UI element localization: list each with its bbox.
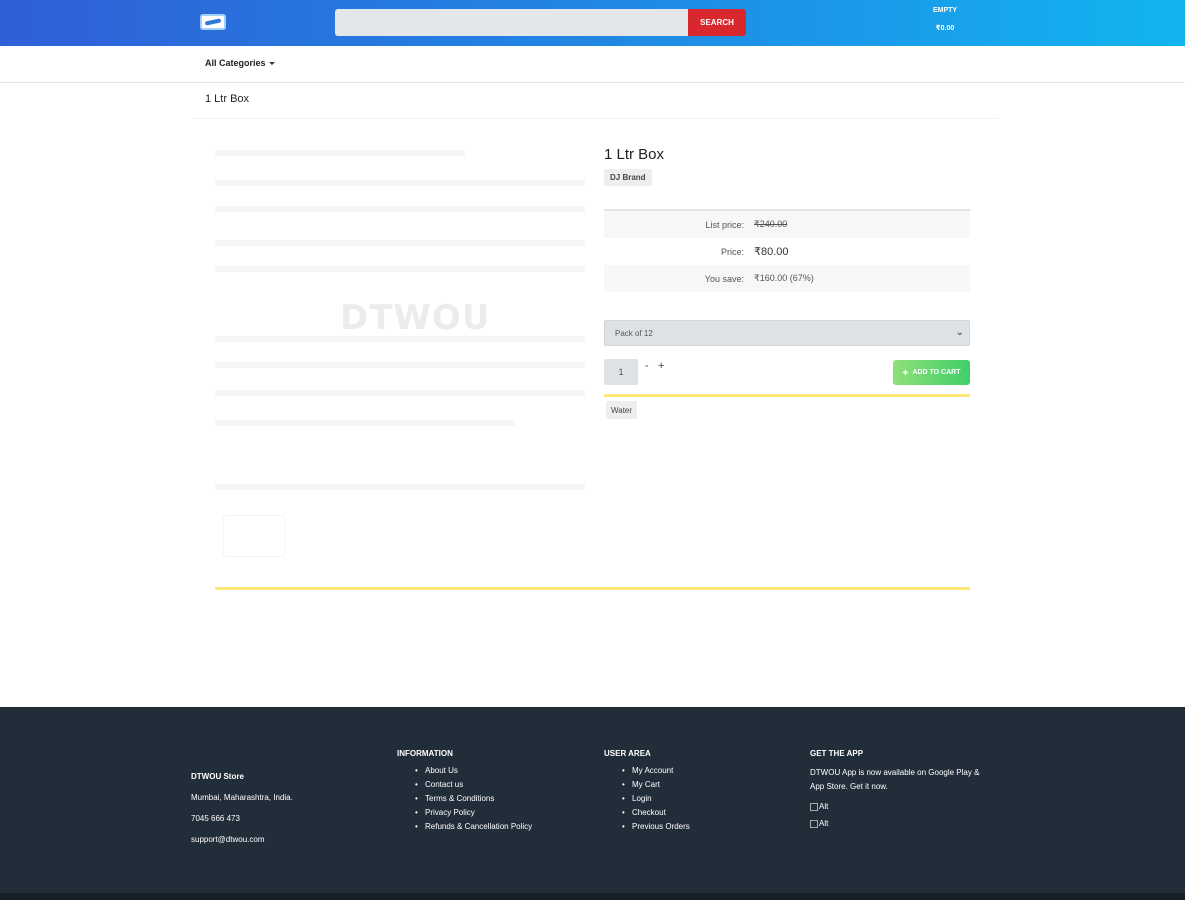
- image-watermark: DTWOU: [340, 298, 491, 338]
- broken-image-icon: [810, 802, 818, 811]
- store-address: Mumbai, Maharashtra, India.: [191, 793, 293, 802]
- savings-row: You save: ₹160.00 (67%): [604, 265, 970, 292]
- add-to-cart-button[interactable]: ✚ ADD TO CART: [893, 360, 970, 385]
- all-categories-label: All Categories: [205, 58, 266, 68]
- information-heading: INFORMATION: [397, 749, 453, 758]
- category-bar: All Categories: [0, 46, 1185, 83]
- quantity-input[interactable]: 1: [604, 359, 638, 385]
- price-value: ₹80.00: [754, 246, 789, 258]
- app-heading: GET THE APP: [810, 749, 864, 758]
- price-table: List price: ₹240.00 Price: ₹80.00 You sa…: [604, 209, 970, 292]
- list-price-label: List price:: [705, 219, 744, 230]
- footer-information: INFORMATION About Us Contact us Terms & …: [397, 749, 532, 836]
- footer-link-my-cart[interactable]: My Cart: [622, 780, 690, 789]
- cart-summary[interactable]: EMPTY ₹0.00: [925, 7, 965, 32]
- footer-link-privacy[interactable]: Privacy Policy: [415, 808, 532, 817]
- price-label: Price:: [720, 246, 744, 257]
- product-tag[interactable]: Water: [606, 401, 638, 419]
- faint-text-line: [215, 240, 585, 246]
- all-categories-dropdown[interactable]: All Categories: [205, 58, 275, 68]
- footer-link-about[interactable]: About Us: [415, 766, 532, 775]
- footer-user-area: USER AREA My Account My Cart Login Check…: [604, 749, 690, 836]
- faint-text-line: [215, 180, 585, 186]
- app-store-alt: Alt: [819, 819, 829, 828]
- accent-divider: [604, 394, 970, 397]
- breadcrumb: 1 Ltr Box: [205, 93, 250, 105]
- cart-status: EMPTY: [932, 7, 958, 14]
- quantity-decrease-button[interactable]: -: [645, 360, 649, 372]
- store-email[interactable]: support@dtwou.com: [191, 835, 293, 844]
- faint-text-line: [215, 266, 585, 272]
- faint-text-line: [215, 420, 515, 426]
- app-description: DTWOU App is now available on Google Pla…: [810, 768, 980, 791]
- product-image[interactable]: DTWOU: [215, 140, 585, 560]
- savings-value: ₹160.00 (67%): [754, 273, 814, 283]
- plus-icon: ✚: [902, 369, 909, 377]
- accent-divider: [215, 587, 970, 590]
- search-input[interactable]: [335, 9, 688, 36]
- list-price-row: List price: ₹240.00: [604, 211, 970, 238]
- footer-link-login[interactable]: Login: [622, 794, 690, 803]
- price-row: Price: ₹80.00: [604, 238, 970, 265]
- footer-link-terms[interactable]: Terms & Conditions: [415, 794, 532, 803]
- faint-text-line: [215, 206, 585, 212]
- variant-selected-value: Pack of 12: [615, 328, 653, 338]
- add-to-cart-label: ADD TO CART: [912, 369, 961, 376]
- chevron-down-icon: ⌄: [955, 327, 964, 338]
- variant-select[interactable]: Pack of 12 ⌄: [604, 320, 970, 346]
- logo-icon[interactable]: [200, 14, 226, 30]
- footer-store-info: DTWOU Store Mumbai, Maharashtra, India. …: [191, 772, 293, 856]
- caret-down-icon: [268, 62, 275, 66]
- cart-total: ₹0.00: [935, 25, 955, 32]
- faint-text-line: [215, 150, 465, 156]
- app-store-badge[interactable]: Alt: [810, 819, 995, 828]
- footer: DTWOU Store Mumbai, Maharashtra, India. …: [0, 707, 1185, 900]
- google-play-badge[interactable]: Alt: [810, 802, 995, 811]
- faint-text-line: [215, 390, 585, 396]
- image-thumbnail[interactable]: [223, 515, 285, 557]
- footer-app: GET THE APP DTWOU App is now available o…: [810, 749, 995, 836]
- product-title: 1 Ltr Box: [604, 146, 665, 163]
- broken-image-icon: [810, 819, 818, 828]
- list-price-value: ₹240.00: [754, 219, 788, 229]
- footer-bottom-bar: [0, 893, 1185, 900]
- brand-badge[interactable]: DJ Brand: [604, 169, 652, 186]
- footer-link-checkout[interactable]: Checkout: [622, 808, 690, 817]
- quantity-increase-button[interactable]: +: [658, 360, 664, 372]
- top-header: SEARCH EMPTY ₹0.00: [0, 0, 1185, 46]
- savings-label: You save:: [704, 273, 744, 284]
- store-name: DTWOU Store: [191, 772, 244, 781]
- footer-link-contact[interactable]: Contact us: [415, 780, 532, 789]
- footer-link-refunds[interactable]: Refunds & Cancellation Policy: [415, 822, 532, 831]
- footer-link-previous-orders[interactable]: Previous Orders: [622, 822, 690, 831]
- store-phone: 7045 666 473: [191, 814, 240, 823]
- divider: [192, 118, 998, 119]
- faint-text-line: [215, 362, 585, 368]
- google-play-alt: Alt: [819, 802, 829, 811]
- footer-link-my-account[interactable]: My Account: [622, 766, 690, 775]
- faint-text-line: [215, 484, 585, 490]
- user-area-heading: USER AREA: [604, 749, 651, 758]
- search-button[interactable]: SEARCH: [688, 9, 746, 36]
